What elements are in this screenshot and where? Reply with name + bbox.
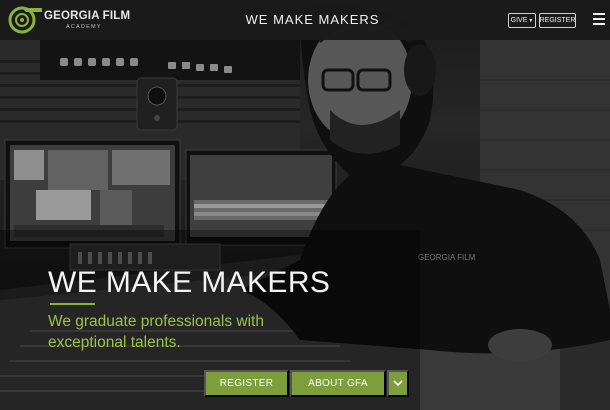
- register-button-label: REGISTER: [219, 378, 274, 389]
- caret-down-icon: ▼: [528, 17, 534, 24]
- site-header: GEORGIA FILM ACADEMY WE MAKE MAKERS GIVE…: [0, 0, 610, 40]
- hero-subheading: We graduate professionals with exception…: [48, 313, 264, 351]
- header-register-button[interactable]: REGISTER: [539, 13, 576, 28]
- georgia-film-academy-logo[interactable]: GEORGIA FILM ACADEMY: [8, 5, 131, 35]
- svg-text:GEORGIA FILM: GEORGIA FILM: [418, 253, 476, 262]
- logo-subtitle: ACADEMY: [66, 24, 102, 30]
- more-options-button[interactable]: [387, 370, 409, 397]
- heading-accent-rule: [50, 303, 95, 305]
- register-button[interactable]: REGISTER: [204, 370, 289, 397]
- film-reel-logo-icon: [8, 6, 42, 34]
- hero-heading: WE MAKE MAKERS: [48, 266, 331, 299]
- about-gfa-button-label: ABOUT GFA: [308, 378, 368, 389]
- header-register-label: REGISTER: [539, 17, 576, 24]
- give-button-label: GIVE: [510, 17, 528, 24]
- logo-title: GEORGIA FILM: [44, 10, 131, 22]
- hamburger-menu-icon[interactable]: [593, 13, 605, 25]
- about-gfa-button[interactable]: ABOUT GFA: [290, 370, 386, 397]
- site-title: WE MAKE MAKERS: [245, 12, 380, 27]
- give-button[interactable]: GIVE ▼: [508, 13, 536, 28]
- chevron-down-icon: [393, 380, 403, 387]
